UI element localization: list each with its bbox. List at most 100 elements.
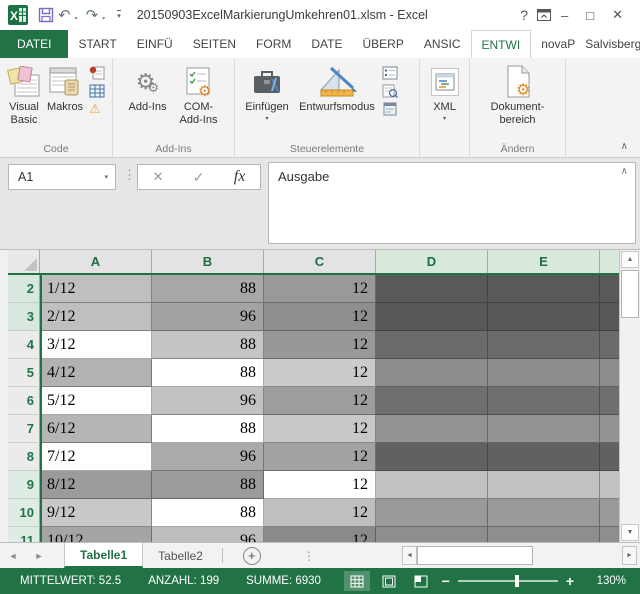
cell[interactable]: 12: [264, 443, 376, 471]
help-icon[interactable]: ?: [512, 5, 536, 25]
row-header-6[interactable]: 6: [8, 387, 40, 415]
scroll-right-icon[interactable]: ►: [622, 546, 637, 565]
xml-button[interactable]: XML ▾: [428, 61, 462, 125]
tab-start[interactable]: START: [68, 30, 126, 58]
cell[interactable]: 12: [264, 331, 376, 359]
cell[interactable]: 88: [152, 275, 264, 303]
row-header-3[interactable]: 3: [8, 303, 40, 331]
ribbon-display-options-icon[interactable]: [536, 8, 552, 22]
column-header-C[interactable]: C: [264, 250, 376, 273]
cell[interactable]: [488, 471, 600, 499]
name-box-dropdown-icon[interactable]: ▾: [97, 173, 115, 181]
cell[interactable]: 12: [264, 527, 376, 542]
undo-dropdown-icon[interactable]: ▾: [75, 15, 78, 22]
zoom-slider-thumb[interactable]: [514, 575, 519, 587]
page-layout-view-button[interactable]: [376, 571, 402, 591]
tab-datei[interactable]: DATEI: [0, 30, 69, 58]
einfuegen-button[interactable]: Einfügen ▾: [239, 61, 295, 125]
cell[interactable]: [488, 415, 600, 443]
cell[interactable]: [488, 359, 600, 387]
formula-input[interactable]: Ausgabe: [268, 162, 636, 244]
view-code-icon[interactable]: [382, 84, 398, 98]
cell[interactable]: 12: [264, 359, 376, 387]
sheet-nav-left-icon[interactable]: ◄: [0, 543, 26, 568]
zoom-out-icon[interactable]: −: [434, 573, 458, 589]
vertical-scroll-thumb[interactable]: [621, 270, 639, 318]
page-break-view-button[interactable]: [408, 571, 434, 591]
select-all-button[interactable]: [8, 250, 40, 273]
row-header-7[interactable]: 7: [8, 415, 40, 443]
name-box[interactable]: A1 ▾: [8, 164, 116, 190]
tab-date[interactable]: DATE: [301, 30, 352, 58]
cell[interactable]: [376, 499, 488, 527]
record-macro-icon[interactable]: [89, 66, 105, 80]
formula-bar-drag-handle[interactable]: ⋮: [123, 167, 136, 183]
cell[interactable]: [488, 303, 600, 331]
row-header-11[interactable]: 11: [8, 527, 40, 542]
cell[interactable]: [376, 275, 488, 303]
horizontal-scroll-thumb[interactable]: [417, 546, 533, 565]
zoom-level[interactable]: 130%: [590, 575, 626, 587]
cell[interactable]: [376, 527, 488, 542]
cell[interactable]: 9/12: [40, 499, 152, 527]
cell[interactable]: [376, 303, 488, 331]
com-addins-button[interactable]: ⚙ COM-Add-Ins: [173, 61, 225, 129]
cell[interactable]: 96: [152, 303, 264, 331]
visual-basic-button[interactable]: Visual Basic: [4, 61, 44, 129]
column-header-E[interactable]: E: [488, 250, 600, 273]
cell[interactable]: 88: [152, 359, 264, 387]
redo-icon[interactable]: ↷: [84, 8, 101, 23]
cell[interactable]: 12: [264, 275, 376, 303]
maximize-button[interactable]: □: [577, 6, 603, 25]
horizontal-scrollbar[interactable]: ◄ ►: [402, 546, 637, 565]
cell[interactable]: 3/12: [40, 331, 152, 359]
cell[interactable]: 12: [264, 415, 376, 443]
cell[interactable]: 6/12: [40, 415, 152, 443]
sheet-tab-tabelle1[interactable]: Tabelle1: [64, 543, 144, 568]
entwurfsmodus-button[interactable]: Entwurfsmodus: [295, 61, 379, 116]
cell[interactable]: [488, 275, 600, 303]
cell[interactable]: 8/12: [40, 471, 152, 499]
cell[interactable]: [376, 387, 488, 415]
cell[interactable]: 96: [152, 387, 264, 415]
row-header-10[interactable]: 10: [8, 499, 40, 527]
redo-dropdown-icon[interactable]: ▾: [102, 15, 105, 22]
cell[interactable]: [488, 527, 600, 542]
tab-seiten[interactable]: SEITEN: [183, 30, 246, 58]
makros-button[interactable]: Makros: [44, 61, 86, 116]
enter-icon[interactable]: ✓: [193, 169, 205, 186]
cell[interactable]: [376, 415, 488, 443]
column-header-D[interactable]: D: [376, 250, 488, 273]
close-button[interactable]: ✕: [603, 5, 632, 25]
cell[interactable]: 88: [152, 331, 264, 359]
cell[interactable]: [376, 471, 488, 499]
row-header-5[interactable]: 5: [8, 359, 40, 387]
cell[interactable]: 10/12: [40, 527, 152, 542]
scroll-left-icon[interactable]: ◄: [402, 546, 417, 565]
sheet-tab-tabelle2[interactable]: Tabelle2: [143, 543, 218, 568]
cell[interactable]: 4/12: [40, 359, 152, 387]
cell[interactable]: [488, 331, 600, 359]
relative-references-icon[interactable]: [89, 84, 105, 98]
cell[interactable]: 12: [264, 303, 376, 331]
customize-qat-icon[interactable]: ▾: [117, 10, 121, 20]
column-header-B[interactable]: B: [152, 250, 264, 273]
cell[interactable]: 96: [152, 527, 264, 542]
minimize-button[interactable]: –: [552, 6, 577, 25]
cell[interactable]: 2/12: [40, 303, 152, 331]
tab-novap[interactable]: novaP: [531, 30, 585, 58]
addins-button[interactable]: ⚙ ⚙ Add-Ins: [123, 61, 173, 116]
dokumentbereich-button[interactable]: ⚙ Dokument-bereich: [484, 61, 552, 129]
cell[interactable]: 12: [264, 387, 376, 415]
cell[interactable]: 7/12: [40, 443, 152, 471]
tab-splitter-handle[interactable]: ⋮: [303, 549, 315, 563]
undo-icon[interactable]: ↶: [56, 8, 73, 23]
cell[interactable]: [488, 443, 600, 471]
vertical-scrollbar[interactable]: ▲ ▼: [619, 250, 640, 542]
cell[interactable]: [376, 331, 488, 359]
cell[interactable]: [376, 359, 488, 387]
tab-überp[interactable]: ÜBERP: [352, 30, 413, 58]
cell[interactable]: [488, 499, 600, 527]
collapse-formula-bar-icon[interactable]: ∧: [621, 166, 628, 177]
cell[interactable]: [376, 443, 488, 471]
